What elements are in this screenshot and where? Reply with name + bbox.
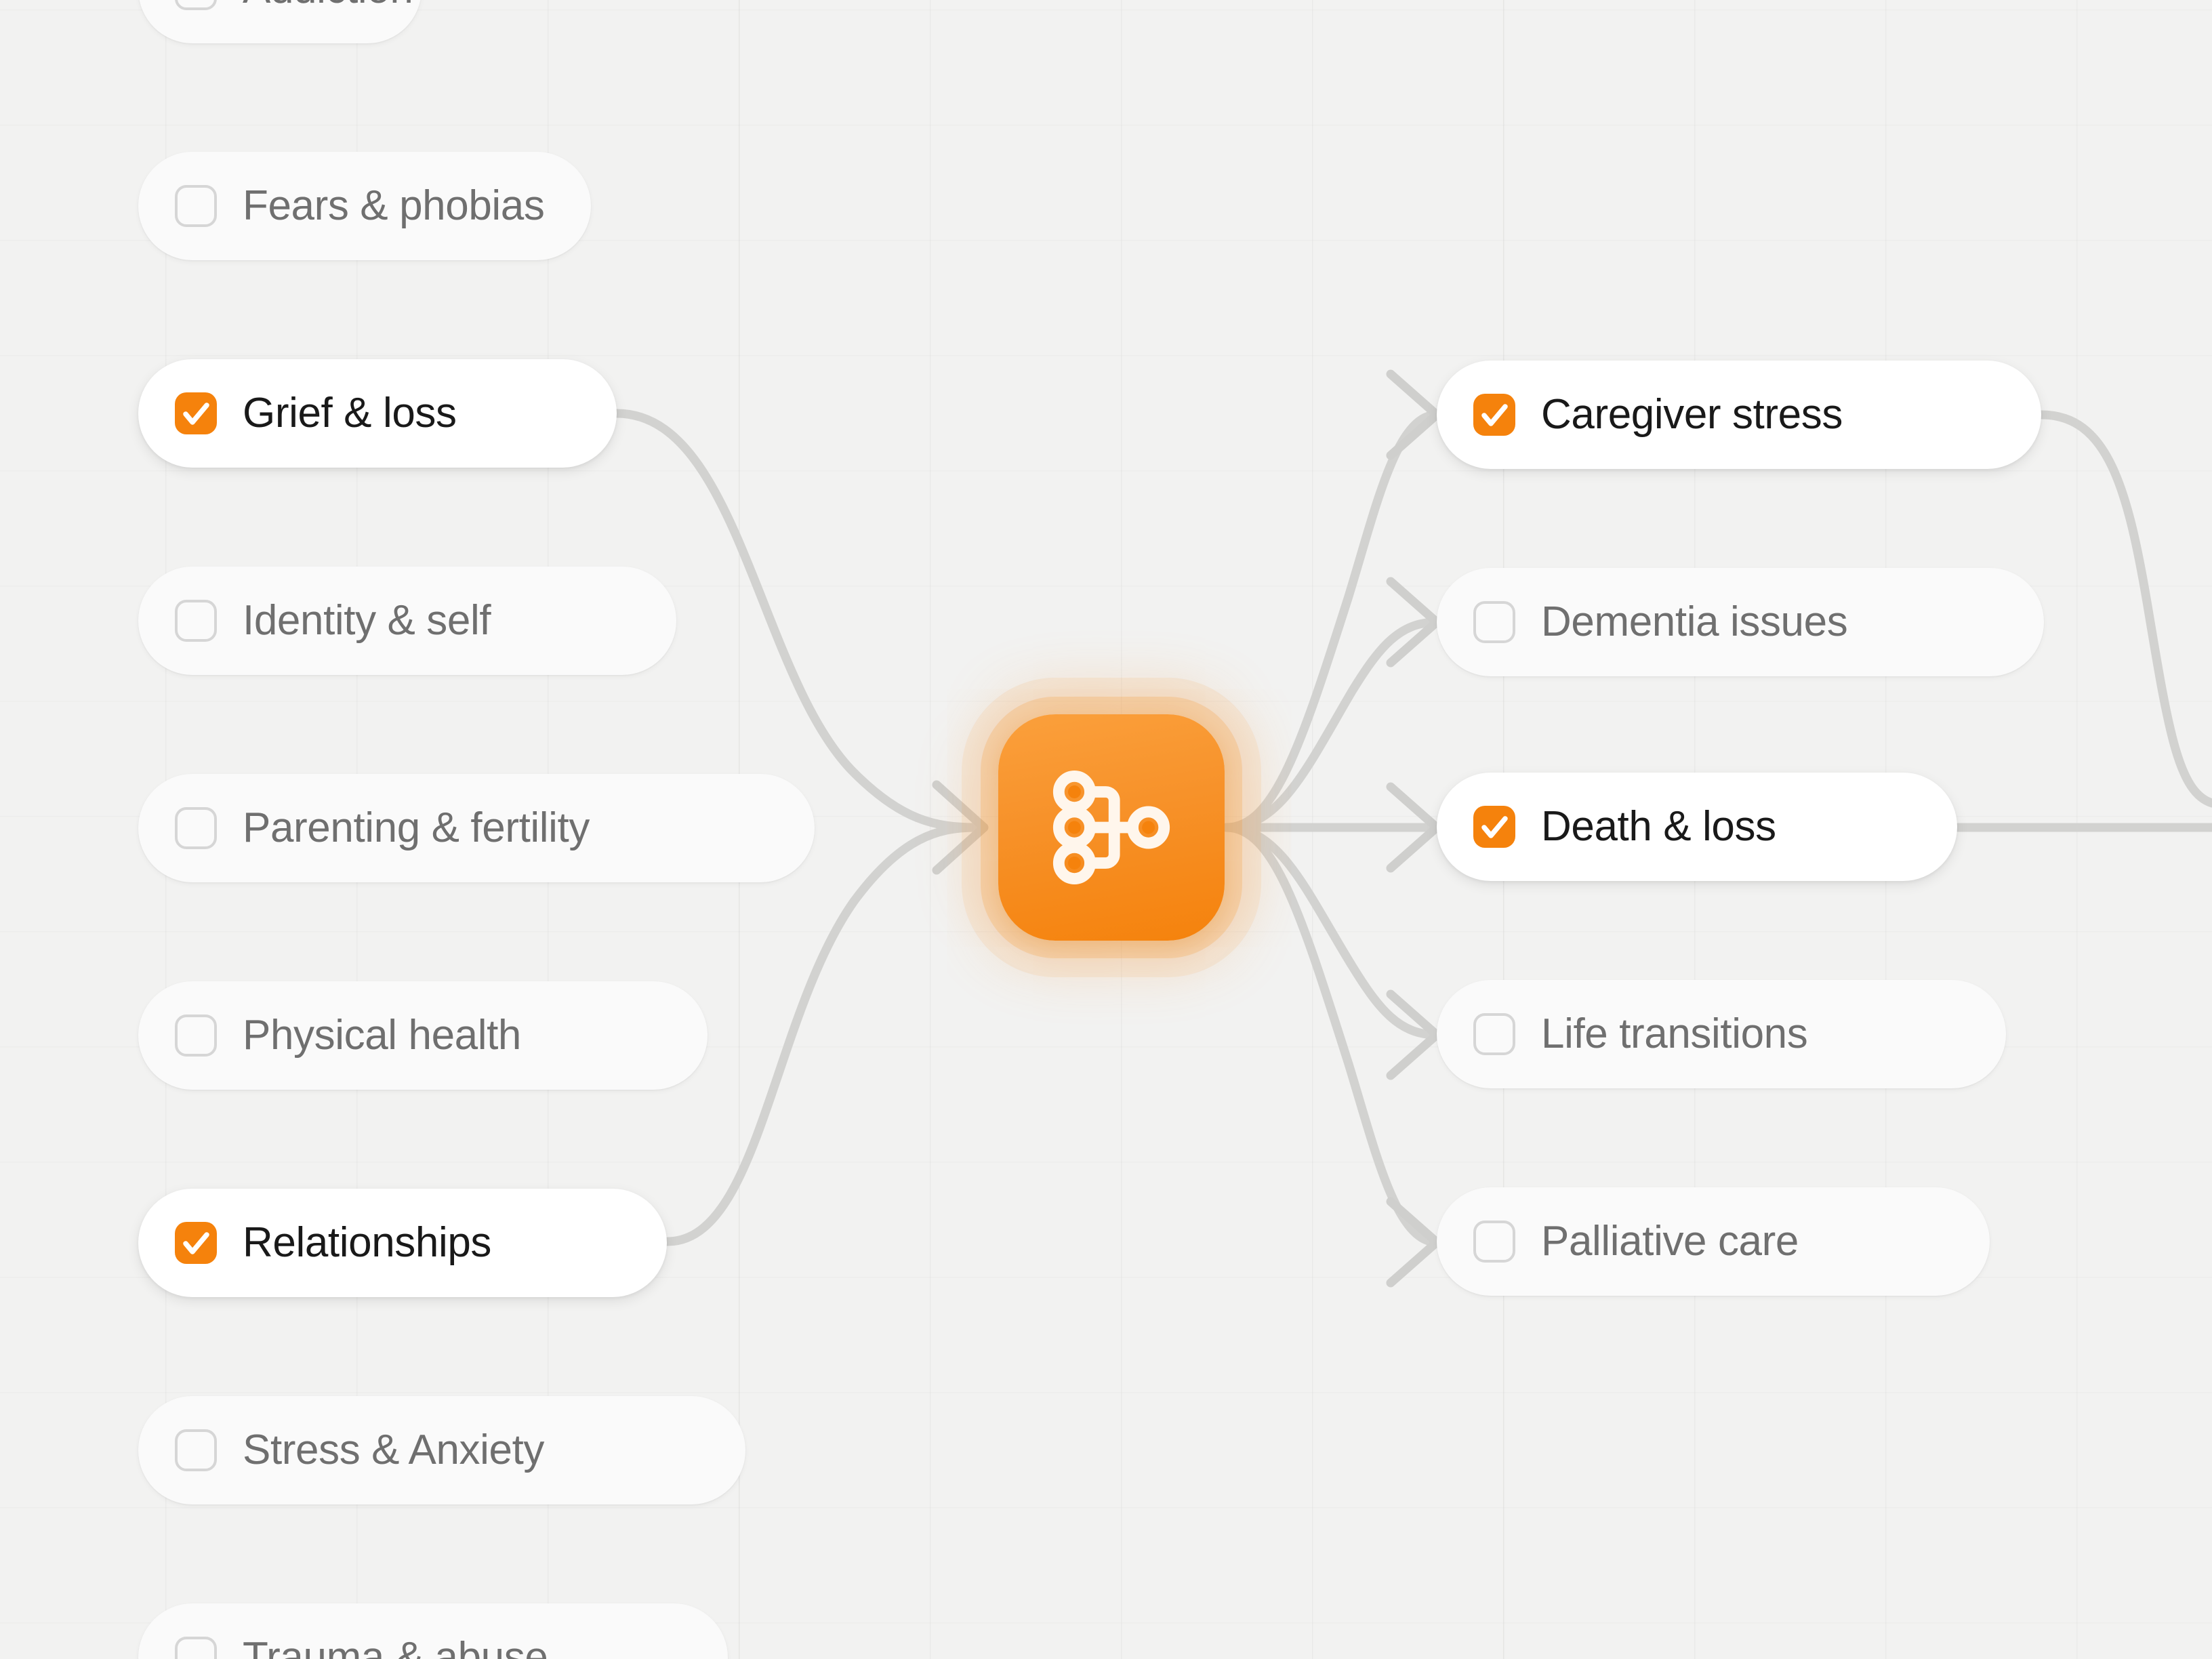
left-node-grief-loss[interactable]: Grief & loss <box>138 359 617 468</box>
checkbox-checked[interactable] <box>1473 394 1515 436</box>
left-node-stress-anxiety[interactable]: Stress & Anxiety <box>138 1396 745 1504</box>
left-node-identity-self[interactable]: Identity & self <box>138 567 676 675</box>
checkbox-unchecked[interactable] <box>175 1429 217 1471</box>
checkbox-checked[interactable] <box>1473 806 1515 848</box>
right-node-life-transitions[interactable]: Life transitions <box>1437 980 2006 1088</box>
node-label: Life transitions <box>1541 1010 1808 1057</box>
hub-node[interactable] <box>998 714 1225 941</box>
checkbox-unchecked[interactable] <box>175 807 217 849</box>
node-label: Dementia issues <box>1541 598 1848 645</box>
right-node-palliative-care[interactable]: Palliative care <box>1437 1187 1990 1296</box>
checkbox-unchecked[interactable] <box>175 185 217 227</box>
node-label: Death & loss <box>1541 803 1776 850</box>
right-node-death-loss[interactable]: Death & loss <box>1437 773 1957 881</box>
node-label: Identity & self <box>243 597 491 644</box>
checkbox-unchecked[interactable] <box>175 600 217 642</box>
right-node-dementia-issues[interactable]: Dementia issues <box>1437 568 2044 676</box>
node-label: Addiction <box>243 0 413 10</box>
left-node-parenting-fertility[interactable]: Parenting & fertility <box>138 774 815 882</box>
left-node-physical-health[interactable]: Physical health <box>138 981 708 1090</box>
node-label: Palliative care <box>1541 1218 1799 1265</box>
right-node-caregiver-stress[interactable]: Caregiver stress <box>1437 361 2041 469</box>
node-label: Trauma & abuse <box>243 1634 548 1659</box>
node-label: Relationships <box>243 1219 492 1266</box>
left-node-relationships[interactable]: Relationships <box>138 1189 667 1297</box>
checkbox-unchecked[interactable] <box>175 0 217 10</box>
checkbox-unchecked[interactable] <box>1473 601 1515 643</box>
node-label: Parenting & fertility <box>243 804 590 851</box>
checkbox-unchecked[interactable] <box>175 1015 217 1057</box>
node-label: Fears & phobias <box>243 182 545 229</box>
hierarchy-branch-icon <box>1052 771 1170 884</box>
left-node-trauma-abuse[interactable]: Trauma & abuse <box>138 1603 728 1659</box>
node-label: Physical health <box>243 1012 522 1059</box>
checkbox-unchecked[interactable] <box>1473 1221 1515 1263</box>
checkbox-unchecked[interactable] <box>175 1637 217 1659</box>
node-label: Grief & loss <box>243 390 457 436</box>
checkbox-checked[interactable] <box>175 1222 217 1264</box>
node-label: Caregiver stress <box>1541 391 1843 438</box>
left-node-addiction[interactable]: Addiction <box>138 0 422 43</box>
node-label: Stress & Anxiety <box>243 1427 545 1473</box>
checkbox-unchecked[interactable] <box>1473 1013 1515 1055</box>
checkbox-checked[interactable] <box>175 392 217 434</box>
left-node-fears-phobias[interactable]: Fears & phobias <box>138 152 591 260</box>
